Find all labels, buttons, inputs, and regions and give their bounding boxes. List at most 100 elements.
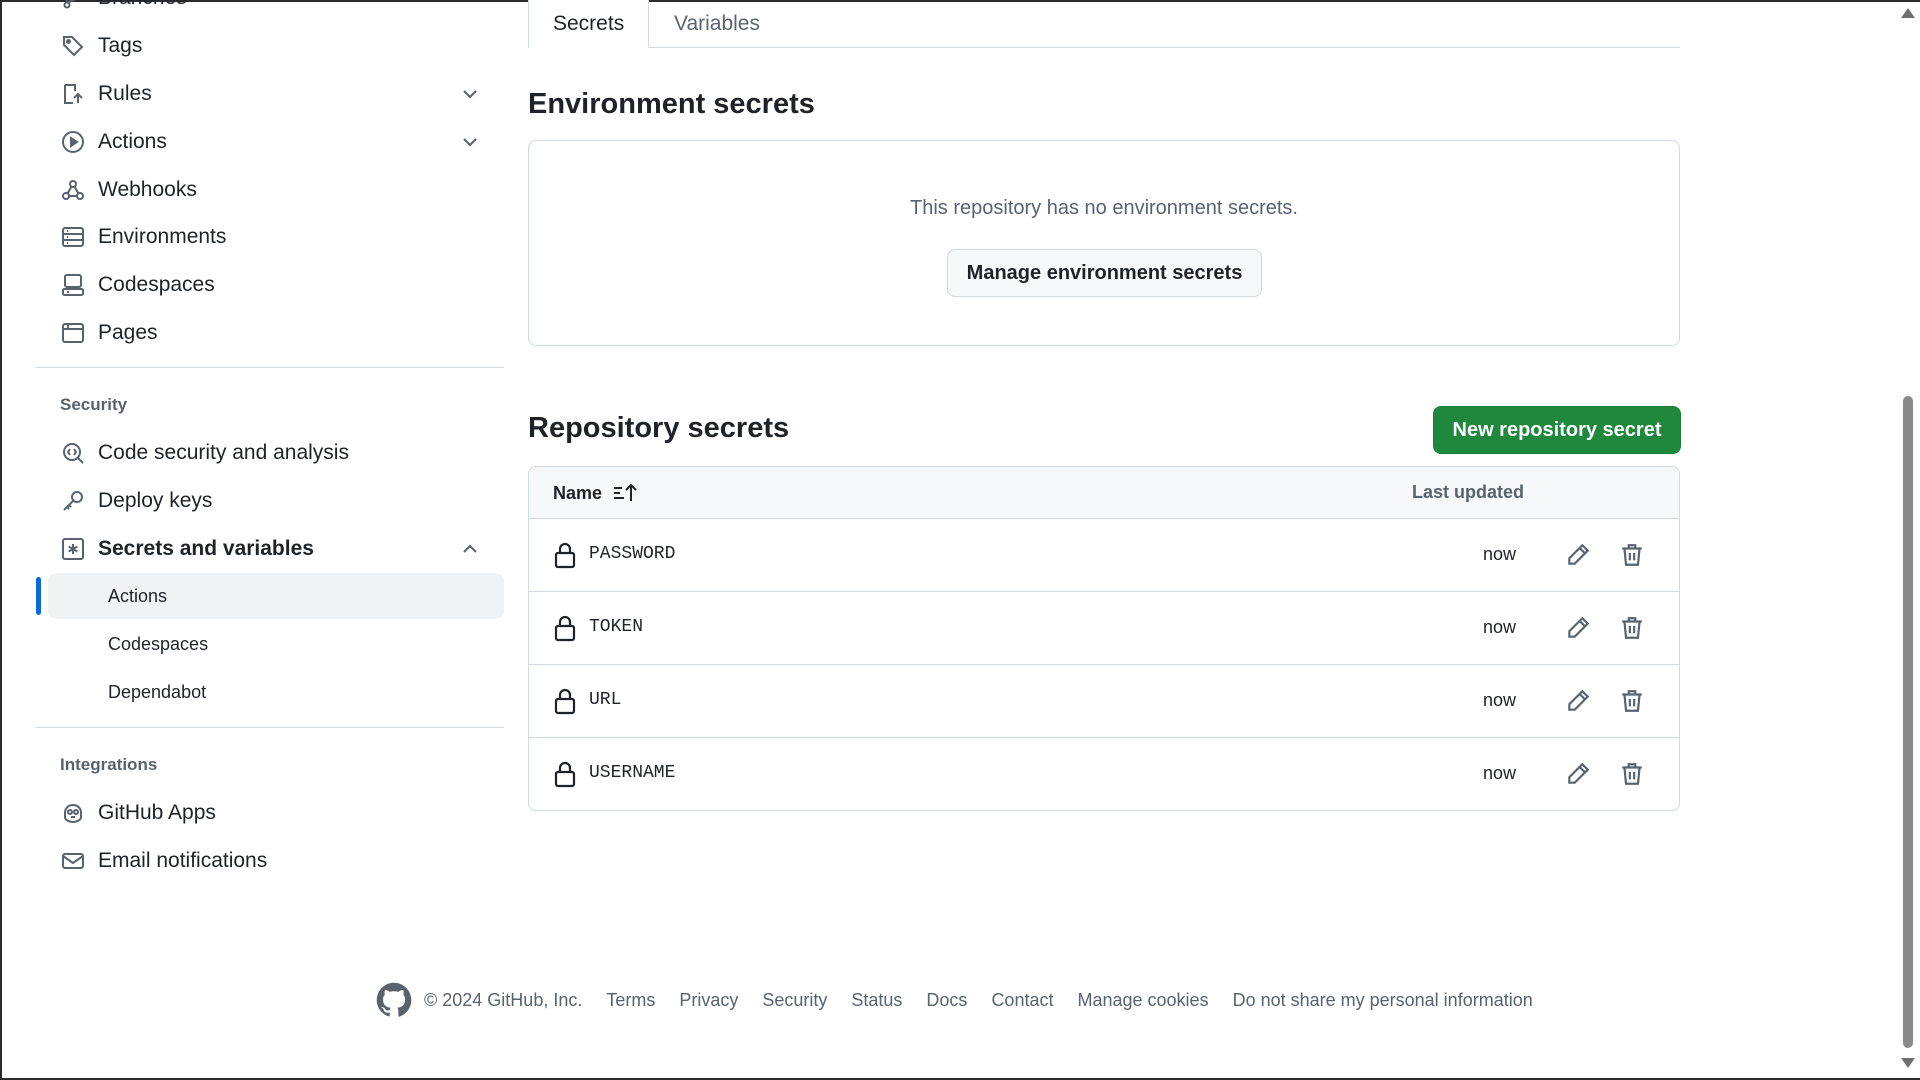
sidebar-item-github-apps[interactable]: GitHub Apps [60, 791, 500, 835]
play-icon [60, 129, 86, 155]
scroll-down-arrow-icon[interactable] [1901, 1058, 1915, 1068]
footer-link-status[interactable]: Status [851, 990, 902, 1011]
tab-secrets[interactable]: Secrets [528, 0, 650, 48]
sidebar-item-codespaces[interactable]: Codespaces [60, 263, 500, 307]
secret-updated: now [1483, 763, 1517, 783]
sidebar-item-label: Actions [98, 130, 167, 153]
manage-environment-secrets-button[interactable]: Manage environment secrets [947, 249, 1262, 297]
chevron-down-icon[interactable] [460, 84, 480, 104]
lock-icon [554, 615, 576, 642]
new-repository-secret-button[interactable]: New repository secret [1433, 406, 1681, 454]
server-icon [60, 224, 86, 250]
footer-link-terms[interactable]: Terms [606, 990, 655, 1011]
tag-icon [60, 33, 86, 59]
sidebar-item-label: Branches [98, 0, 187, 10]
secret-name: PASSWORD [589, 544, 676, 564]
page-footer: © 2024 GitHub, Inc. Terms Privacy Securi… [376, 980, 1557, 1020]
webhook-icon [60, 177, 86, 203]
sidebar-item-rules[interactable]: Rules [60, 72, 500, 116]
sidebar-item-label: Environments [98, 225, 227, 248]
table-row: URL now [529, 665, 1679, 738]
sidebar-item-pages[interactable]: Pages [60, 311, 500, 355]
pencil-icon[interactable] [1565, 542, 1591, 568]
mail-icon [60, 848, 86, 874]
footer-link-security[interactable]: Security [762, 990, 827, 1011]
sidebar-item-label: Deploy keys [98, 489, 213, 512]
sidebar-item-actions[interactable]: Actions [60, 120, 500, 164]
pencil-icon[interactable] [1565, 688, 1591, 714]
trash-icon[interactable] [1619, 688, 1645, 714]
table-row: USERNAME now [529, 738, 1679, 810]
sidebar-section-integrations: Integrations [60, 755, 158, 774]
sidebar-subitem-codespaces[interactable]: Codespaces [48, 621, 504, 667]
sidebar-item-label: GitHub Apps [98, 801, 216, 824]
codespaces-icon [60, 272, 86, 298]
footer-link-docs[interactable]: Docs [926, 990, 967, 1011]
chevron-up-icon[interactable] [460, 539, 480, 559]
lock-icon [554, 688, 576, 715]
secrets-table: Name Last updated PASSWORD now TOKEN now… [528, 466, 1680, 811]
lock-icon [554, 542, 576, 569]
branch-icon [60, 0, 86, 11]
sidebar-item-branches[interactable]: Branches [60, 0, 500, 20]
sidebar-item-email-notifications[interactable]: Email notifications [60, 839, 500, 883]
sidebar-subitem-actions[interactable]: Actions [48, 573, 504, 619]
sidebar-item-tags[interactable]: Tags [60, 24, 500, 68]
secret-updated: now [1483, 690, 1517, 710]
asterisk-icon [60, 536, 86, 562]
repository-secrets-heading: Repository secrets [528, 412, 790, 444]
secret-name: USERNAME [589, 763, 676, 783]
table-row: PASSWORD now [529, 519, 1679, 592]
footer-link-contact[interactable]: Contact [991, 990, 1053, 1011]
sort-ascending-icon[interactable] [612, 482, 638, 504]
sidebar-item-label: Tags [98, 34, 143, 57]
sidebar-item-deploy-keys[interactable]: Deploy keys [60, 479, 500, 523]
sidebar-item-label: Code security and analysis [98, 441, 349, 464]
chevron-down-icon[interactable] [460, 132, 480, 152]
sidebar-subitem-dependabot[interactable]: Dependabot [48, 669, 504, 715]
footer-link-privacy[interactable]: Privacy [679, 990, 738, 1011]
codescan-icon [60, 440, 86, 466]
browser-icon [60, 320, 86, 346]
table-row: TOKEN now [529, 592, 1679, 665]
lock-icon [554, 761, 576, 788]
sidebar-divider [36, 727, 504, 728]
secret-updated: now [1483, 544, 1517, 564]
scroll-up-arrow-icon[interactable] [1901, 8, 1915, 18]
key-icon [60, 488, 86, 514]
secret-updated: now [1483, 617, 1517, 637]
trash-icon[interactable] [1619, 615, 1645, 641]
sidebar-item-label: Codespaces [98, 273, 215, 296]
sidebar-item-environments[interactable]: Environments [60, 215, 500, 259]
secret-name: TOKEN [589, 617, 644, 637]
rules-icon [60, 81, 86, 107]
trash-icon[interactable] [1619, 761, 1645, 787]
active-indicator [36, 577, 41, 615]
footer-link-manage-cookies[interactable]: Manage cookies [1077, 990, 1208, 1011]
sidebar-item-secrets-and-variables[interactable]: Secrets and variables [60, 527, 500, 571]
pencil-icon[interactable] [1565, 761, 1591, 787]
scrollbar-thumb[interactable] [1903, 396, 1913, 1048]
sidebar-item-label: Secrets and variables [98, 537, 314, 560]
github-logo-icon[interactable] [376, 982, 412, 1018]
tab-variables[interactable]: Variables [650, 0, 784, 48]
secret-name: URL [589, 690, 622, 710]
sidebar-item-code-security[interactable]: Code security and analysis [60, 431, 500, 475]
sidebar-item-webhooks[interactable]: Webhooks [60, 168, 500, 212]
sidebar-section-security: Security [60, 395, 128, 414]
environment-secrets-heading: Environment secrets [528, 88, 815, 120]
sidebar-divider [36, 367, 504, 368]
column-name-header[interactable]: Name [553, 482, 638, 504]
sidebar-item-label: Rules [98, 82, 152, 105]
table-header: Name Last updated [529, 467, 1679, 519]
sidebar-item-label: Webhooks [98, 178, 197, 201]
copilot-icon [60, 800, 86, 826]
empty-state-text: This repository has no environment secre… [910, 197, 1298, 219]
environment-secrets-box: This repository has no environment secre… [528, 140, 1680, 346]
trash-icon[interactable] [1619, 542, 1645, 568]
footer-link-do-not-share[interactable]: Do not share my personal information [1233, 990, 1533, 1011]
tab-bar: Secrets Variables [528, 0, 1680, 48]
pencil-icon[interactable] [1565, 615, 1591, 641]
sidebar-item-label: Pages [98, 321, 158, 344]
sidebar-item-label: Email notifications [98, 849, 268, 872]
